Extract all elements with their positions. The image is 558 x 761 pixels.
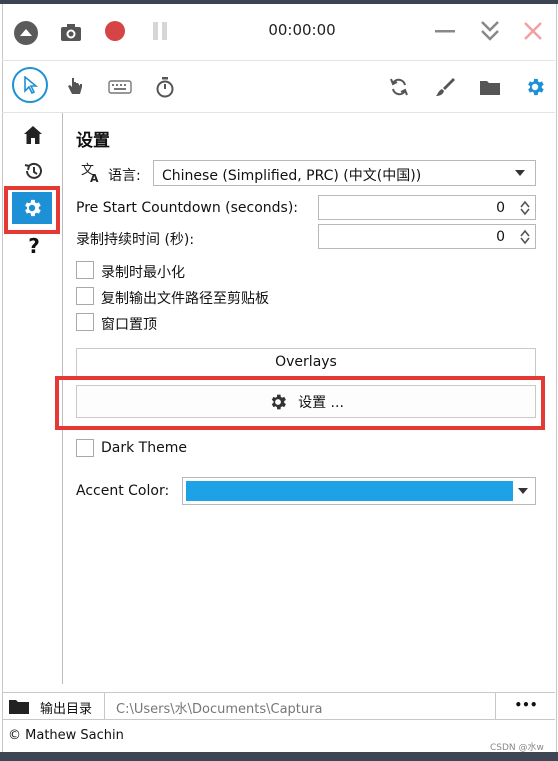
timer-tool-button[interactable] — [152, 74, 178, 100]
folder-icon — [480, 81, 500, 95]
output-path-field[interactable]: C:\Users\水\Documents\Captura — [108, 693, 496, 719]
copyright-text: © Mathew Sachin — [8, 728, 124, 743]
refresh-button[interactable] — [386, 74, 412, 100]
brush-button[interactable] — [432, 74, 458, 100]
accent-color-label: Accent Color: — [76, 483, 170, 499]
settings-icon — [528, 78, 544, 96]
divider — [2, 719, 555, 720]
page-title: 设置 — [76, 131, 110, 151]
overlays-header: Overlays — [76, 348, 536, 377]
divider — [2, 112, 555, 113]
stepper-down-icon — [520, 237, 530, 244]
stepper-down-icon — [520, 208, 530, 215]
pause-button[interactable] — [148, 19, 172, 43]
refresh-icon — [390, 78, 408, 96]
countdown-label: Pre Start Countdown (seconds): — [76, 200, 299, 216]
duration-label: 录制持续时间 (秒): — [76, 232, 195, 248]
elapsed-timer: 00:00:00 — [268, 21, 336, 39]
pointer-icon — [24, 76, 38, 94]
output-folder-button[interactable]: 输出目录 — [2, 693, 105, 719]
duration-input[interactable]: 0 — [318, 224, 536, 249]
chevron-double-down-icon — [481, 21, 499, 41]
overlay-settings-label: 设置 ... — [298, 394, 344, 411]
pointer-tool-button[interactable] — [12, 67, 48, 103]
language-select[interactable]: Chinese (Simplified, PRC) (中文(中国)) — [153, 160, 536, 186]
countdown-stepper[interactable] — [517, 197, 533, 218]
accent-color-picker[interactable] — [182, 477, 536, 505]
sidebar-item-home[interactable] — [20, 122, 46, 148]
divider — [2, 60, 555, 61]
copy-path-label: 复制输出文件路径至剪贴板 — [101, 291, 269, 307]
overlay-settings-button[interactable]: 设置 ... — [76, 385, 536, 418]
record-icon — [105, 21, 125, 41]
always-on-top-checkbox[interactable] — [76, 313, 94, 331]
settings-toolbar-button[interactable] — [522, 74, 548, 100]
collapse-up-icon — [14, 21, 38, 45]
overlays-label: Overlays — [275, 354, 337, 370]
countdown-value: 0 — [496, 200, 505, 216]
minimize-button[interactable] — [432, 18, 458, 44]
dark-theme-checkbox[interactable] — [76, 439, 94, 457]
minimize-on-record-label: 录制时最小化 — [101, 265, 185, 281]
minimize-on-record-checkbox[interactable] — [76, 261, 94, 279]
brush-icon — [436, 78, 455, 96]
settings-icon — [271, 394, 287, 409]
hand-tool-button[interactable] — [62, 74, 88, 100]
sidebar-item-help[interactable]: ? — [24, 234, 44, 258]
chevron-down-icon — [515, 170, 525, 176]
output-folder-label: 输出目录 — [40, 702, 93, 717]
folder-icon — [9, 700, 29, 714]
hand-icon — [68, 78, 82, 94]
stepper-up-icon — [520, 200, 530, 207]
translate-icon: 文A — [80, 161, 104, 185]
output-path-value: C:\Users\水\Documents\Captura — [116, 702, 323, 717]
always-on-top-label: 窗口置顶 — [101, 317, 157, 333]
pause-icon — [153, 22, 167, 40]
record-button[interactable] — [102, 18, 128, 44]
stopwatch-icon — [156, 77, 174, 98]
close-button[interactable] — [520, 18, 546, 44]
camera-icon — [61, 24, 81, 41]
minimize-to-tray-button[interactable] — [476, 16, 504, 46]
duration-stepper[interactable] — [517, 226, 533, 247]
chevron-down-icon — [518, 488, 528, 494]
browse-more-button[interactable]: ••• — [498, 693, 554, 719]
copy-path-checkbox[interactable] — [76, 287, 94, 305]
dark-theme-label: Dark Theme — [101, 440, 187, 456]
history-icon — [24, 162, 42, 179]
countdown-input[interactable]: 0 — [318, 195, 536, 220]
keyboard-icon — [108, 80, 132, 94]
stepper-up-icon — [520, 229, 530, 236]
sidebar-item-history[interactable] — [20, 158, 46, 184]
duration-value: 0 — [496, 229, 505, 245]
open-folder-button[interactable] — [477, 74, 503, 100]
home-icon — [24, 126, 42, 144]
collapse-button[interactable] — [12, 19, 40, 47]
minimize-icon — [435, 30, 455, 33]
sidebar-item-settings[interactable] — [12, 192, 52, 224]
keyboard-tool-button[interactable] — [106, 76, 134, 98]
background-strip — [0, 752, 558, 761]
accent-color-swatch — [186, 481, 513, 501]
svg-text:A: A — [90, 172, 99, 183]
language-label: 语言: — [108, 168, 141, 184]
language-select-value: Chinese (Simplified, PRC) (中文(中国)) — [162, 168, 422, 184]
settings-icon — [25, 199, 41, 217]
close-icon — [524, 22, 542, 40]
screenshot-button[interactable] — [58, 20, 84, 44]
